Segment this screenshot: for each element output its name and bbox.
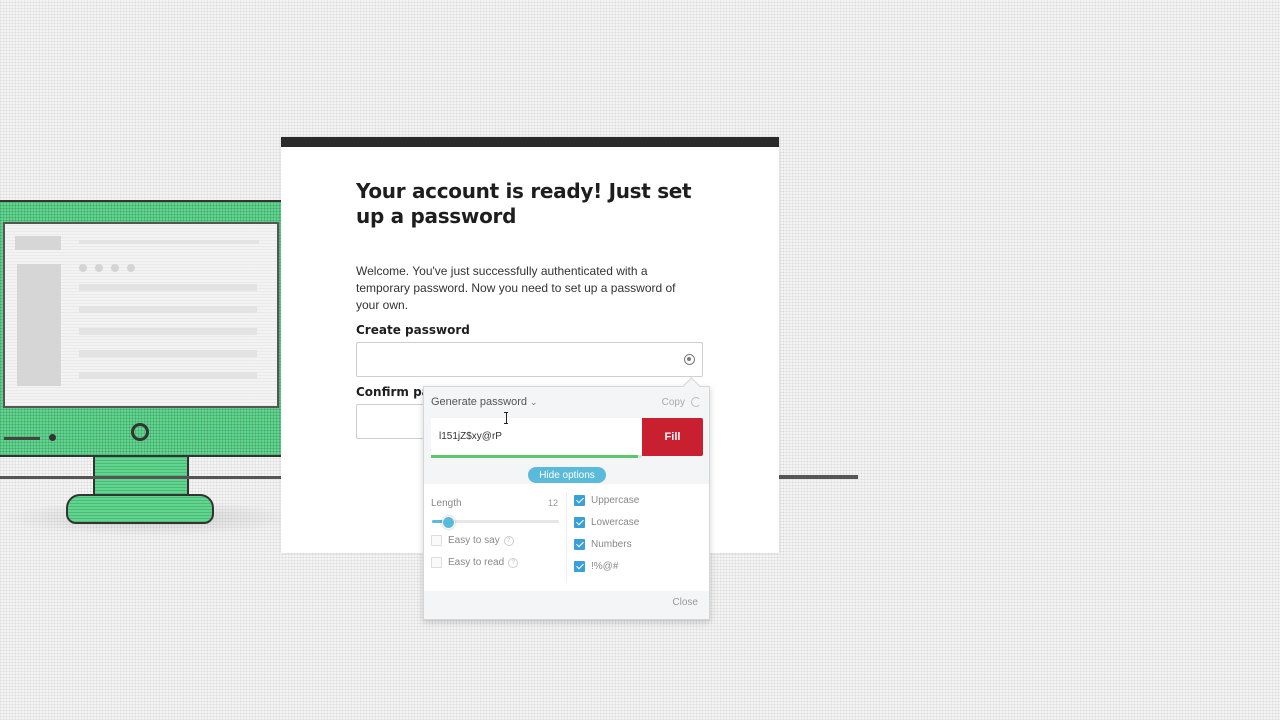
copy-button[interactable]: Copy (662, 397, 685, 408)
close-button[interactable]: Close (672, 597, 698, 608)
easy-to-read-option[interactable]: Easy to read ? (431, 557, 519, 568)
create-password-label: Create password (356, 323, 470, 337)
options-panel: Length 12 Easy to say ? Easy to read ? U… (424, 484, 709, 591)
desk-line-right (778, 475, 858, 479)
generated-password-text: l151jZ$xy@rP (439, 431, 502, 442)
length-value: 12 (548, 498, 559, 508)
intro-text: Welcome. You've just successfully authen… (356, 264, 676, 312)
password-strength-bar (431, 455, 642, 458)
create-password-input[interactable] (356, 342, 703, 377)
symbols-checkbox[interactable] (574, 561, 585, 572)
generate-password-label: Generate password (431, 396, 527, 408)
uppercase-label: Uppercase (591, 495, 640, 506)
monitor-power-line (4, 437, 40, 440)
generate-password-dropdown[interactable]: Generate password ⌄ (431, 396, 538, 408)
length-slider-handle[interactable] (442, 516, 455, 529)
easy-to-read-checkbox[interactable] (431, 557, 442, 568)
options-divider (566, 492, 567, 582)
uppercase-option[interactable]: Uppercase (574, 495, 639, 506)
password-manager-icon[interactable] (684, 354, 695, 365)
monitor-base (66, 494, 214, 524)
length-label: Length (431, 498, 462, 509)
numbers-option[interactable]: Numbers (574, 539, 632, 550)
hide-options-button[interactable]: Hide options (528, 467, 606, 483)
generated-password-field[interactable]: l151jZ$xy@rP (431, 418, 642, 456)
symbols-option[interactable]: !%@# (574, 561, 618, 572)
password-strength-fill (431, 455, 638, 458)
lowercase-label: Lowercase (591, 517, 640, 528)
fill-button[interactable]: Fill (642, 418, 703, 456)
easy-to-read-label: Easy to read (448, 557, 505, 568)
password-generator-popup: Generate password ⌄ Copy l151jZ$xy@rP Fil… (423, 377, 710, 620)
monitor-power-dot (49, 434, 56, 441)
lowercase-option[interactable]: Lowercase (574, 517, 639, 528)
numbers-checkbox[interactable] (574, 539, 585, 550)
page-title: Your account is ready! Just set up a pas… (356, 179, 692, 228)
text-cursor-icon (504, 412, 508, 424)
monitor-screen (3, 222, 279, 408)
numbers-label: Numbers (591, 539, 632, 550)
easy-to-say-checkbox[interactable] (431, 535, 442, 546)
chevron-down-icon: ⌄ (530, 397, 538, 407)
lowercase-checkbox[interactable] (574, 517, 585, 528)
uppercase-checkbox[interactable] (574, 495, 585, 506)
desk-line-left (0, 476, 282, 479)
card-topbar (281, 137, 779, 147)
symbols-label: !%@# (591, 561, 619, 572)
easy-to-say-label: Easy to say (448, 535, 500, 546)
help-icon[interactable]: ? (503, 535, 514, 546)
help-icon[interactable]: ? (508, 557, 519, 568)
easy-to-say-option[interactable]: Easy to say ? (431, 535, 514, 546)
refresh-icon[interactable] (691, 397, 701, 407)
monitor-power-button (131, 423, 149, 441)
